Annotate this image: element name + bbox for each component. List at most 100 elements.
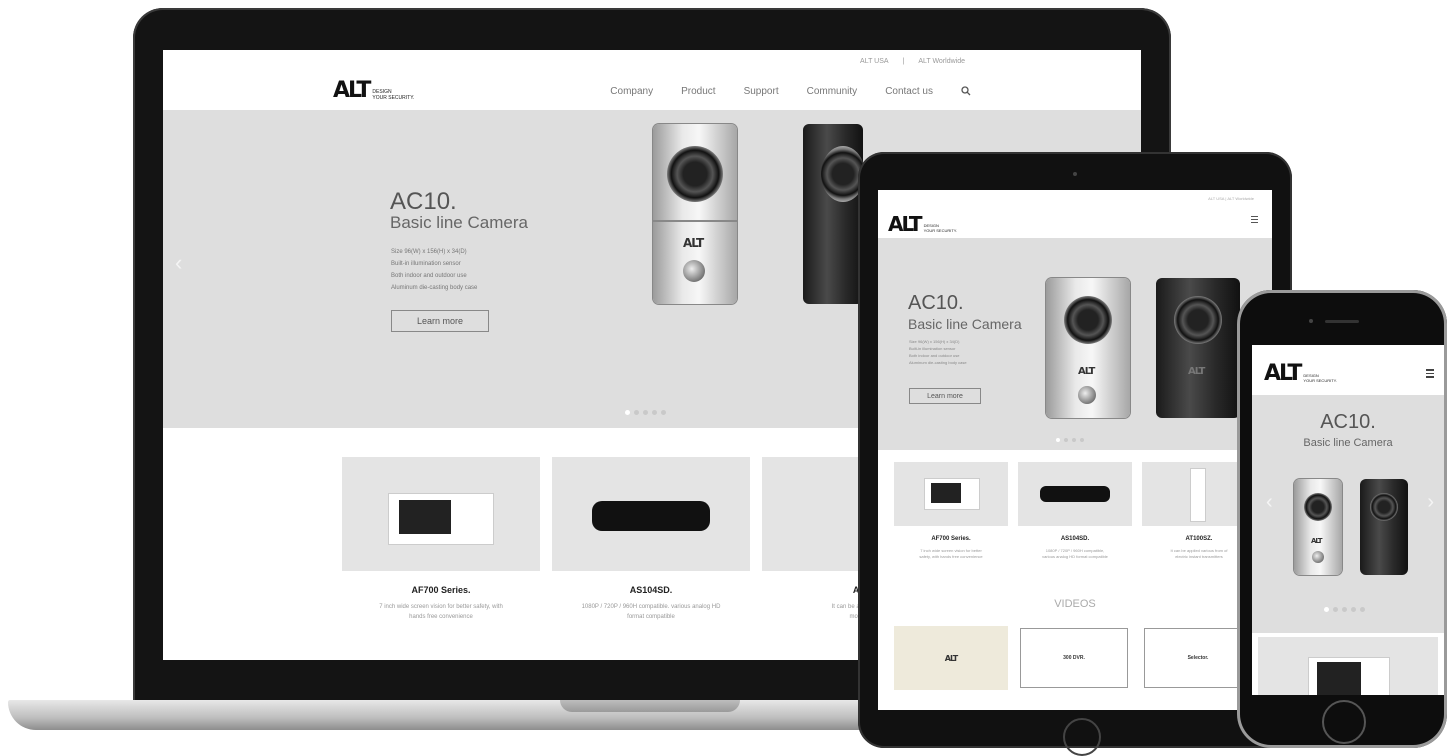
product-card-image[interactable] xyxy=(342,457,540,571)
tablet-home-button[interactable] xyxy=(1063,718,1101,756)
logo-mark: ALT xyxy=(1264,361,1302,386)
video-card[interactable]: ALT xyxy=(894,626,1008,690)
search-icon[interactable] xyxy=(961,86,971,99)
site-logo[interactable]: ALT DESIGN YOUR SECURITY. xyxy=(333,78,414,103)
logo-tagline-line-2: YOUR SECURITY. xyxy=(372,94,415,101)
hero-pagination xyxy=(1056,438,1084,442)
pagination-dot[interactable] xyxy=(1072,438,1076,442)
nav-item-company[interactable]: Company xyxy=(610,86,653,99)
product-desc: 1080P / 720P / 960H compatible, various … xyxy=(1018,548,1132,560)
main-nav: Company Product Support Community Contac… xyxy=(610,86,971,99)
camera-logo: ALT xyxy=(1311,537,1322,545)
hero-spec-item: Aluminum die-casting body case xyxy=(909,360,967,365)
product-desc: 1080P / 720P / 960H compatible. various … xyxy=(552,602,750,622)
learn-more-button[interactable]: Learn more xyxy=(391,310,489,332)
video-card[interactable]: Selector. xyxy=(1144,628,1252,688)
hero-spec-item: Both indoor and outdoor use xyxy=(909,353,960,358)
pagination-dot[interactable] xyxy=(625,410,630,415)
pagination-dot[interactable] xyxy=(1351,607,1356,612)
camera-black-image xyxy=(803,124,865,304)
camera-lens xyxy=(1174,296,1222,344)
hamburger-icon[interactable] xyxy=(1426,369,1434,378)
pagination-dot[interactable] xyxy=(634,410,639,415)
camera-silver-image: ALT xyxy=(1046,278,1130,418)
pagination-dot[interactable] xyxy=(1342,607,1347,612)
product-title[interactable]: AF700 Series. xyxy=(342,585,540,595)
product-card-image[interactable] xyxy=(894,462,1008,526)
product-card-image[interactable] xyxy=(1258,637,1438,695)
hero-spec-item: Built-in illumination sensor xyxy=(909,346,956,351)
utility-links: ALT USA | ALT Worldwide xyxy=(854,58,971,65)
product-desc-line: safety, with hands free convenience xyxy=(919,554,983,559)
product-title[interactable]: AS104SD. xyxy=(552,585,750,595)
camera-logo: ALT xyxy=(1078,366,1095,377)
hero-next-arrow[interactable]: › xyxy=(1427,491,1434,514)
hamburger-icon[interactable] xyxy=(1251,216,1258,223)
product-desc-line: hands free convenience xyxy=(409,614,473,620)
nav-item-contact[interactable]: Contact us xyxy=(885,86,933,99)
product-desc-line: format compatible xyxy=(627,614,675,620)
pagination-dot[interactable] xyxy=(1064,438,1068,442)
product-desc-line: 1080P / 720P / 960H compatible. various … xyxy=(581,604,721,610)
camera-lens xyxy=(1370,493,1398,521)
camera-black-image: ALT xyxy=(1156,278,1240,418)
util-divider: | xyxy=(902,58,905,65)
tablet-camera xyxy=(1073,172,1077,176)
pagination-dot[interactable] xyxy=(661,410,666,415)
pagination-dot[interactable] xyxy=(643,410,648,415)
video-card-label: 300 DVR. xyxy=(1063,655,1085,661)
camera-logo: ALT xyxy=(683,236,704,250)
util-link-usa[interactable]: ALT USA xyxy=(1208,196,1224,201)
phone-home-button[interactable] xyxy=(1322,700,1366,744)
pagination-dot[interactable] xyxy=(1056,438,1060,442)
site-logo[interactable]: ALT DESIGN YOUR SECURITY. xyxy=(1264,361,1337,386)
product-card-image[interactable] xyxy=(1018,462,1132,526)
logo-tagline: DESIGN YOUR SECURITY. xyxy=(924,223,958,233)
product-title[interactable]: AF700 Series. xyxy=(894,536,1008,542)
pagination-dot[interactable] xyxy=(652,410,657,415)
tablet-screen: ALT USA | ALT Worldwide ALT DESIGN YOUR … xyxy=(878,190,1272,710)
hero-title: AC10. xyxy=(390,188,457,215)
product-card-image[interactable] xyxy=(552,457,750,571)
laptop-notch xyxy=(560,700,740,712)
camera-lens xyxy=(1064,296,1112,344)
hero-pagination xyxy=(625,410,666,415)
camera-logo: ALT xyxy=(1188,366,1205,377)
logo-tagline: DESIGN YOUR SECURITY. xyxy=(372,89,414,101)
logo-mark: ALT xyxy=(888,212,923,236)
site-logo[interactable]: ALT DESIGN YOUR SECURITY. xyxy=(888,212,957,236)
hero-spec-item: Aluminum die-casting body case xyxy=(391,285,478,291)
camera-knob xyxy=(683,260,705,282)
video-card[interactable]: 300 DVR. xyxy=(1020,628,1128,688)
util-link-usa[interactable]: ALT USA xyxy=(860,58,889,65)
util-link-worldwide[interactable]: ALT Worldwide xyxy=(918,58,965,65)
monitor-image xyxy=(388,493,494,545)
product-title[interactable]: AS104SD. xyxy=(1018,536,1132,542)
logo-tagline: DESIGN YOUR SECURITY. xyxy=(1303,373,1337,383)
hero-subtitle: Basic line Camera xyxy=(908,316,1022,332)
utility-links: ALT USA | ALT Worldwide xyxy=(1208,196,1254,201)
camera-silver-image: ALT xyxy=(1294,479,1342,575)
camera-silver-image: ALT xyxy=(653,124,737,304)
nav-item-product[interactable]: Product xyxy=(681,86,715,99)
camera-knob xyxy=(1078,386,1096,404)
hero-spec-item: Size 96(W) x 156(H) x 34(D) xyxy=(391,249,467,255)
learn-more-button[interactable]: Learn more xyxy=(909,388,981,404)
phone-screen: ALT DESIGN YOUR SECURITY. AC10. Basic li… xyxy=(1252,345,1444,695)
pagination-dot[interactable] xyxy=(1360,607,1365,612)
hero-banner: AC10. Basic line Camera Size 96(W) x 156… xyxy=(878,238,1272,450)
camera-knob xyxy=(1312,551,1324,563)
nav-item-support[interactable]: Support xyxy=(744,86,779,99)
pagination-dot[interactable] xyxy=(1080,438,1084,442)
pagination-dot[interactable] xyxy=(1333,607,1338,612)
hero-spec-list: Size 96(W) x 156(H) x 34(D) Built-in ill… xyxy=(909,338,967,366)
product-desc: 7 inch wide screen vision for better saf… xyxy=(342,602,540,622)
product-desc: 7 inch wide screen vision for better saf… xyxy=(894,548,1008,560)
hero-prev-arrow[interactable]: ‹ xyxy=(1266,491,1273,514)
logo-tagline-line-2: YOUR SECURITY. xyxy=(923,228,958,233)
hero-prev-arrow[interactable]: ‹ xyxy=(175,250,182,276)
dvr-image xyxy=(592,501,710,531)
nav-item-community[interactable]: Community xyxy=(807,86,858,99)
util-link-worldwide[interactable]: ALT Worldwide xyxy=(1227,196,1254,201)
pagination-dot[interactable] xyxy=(1324,607,1329,612)
